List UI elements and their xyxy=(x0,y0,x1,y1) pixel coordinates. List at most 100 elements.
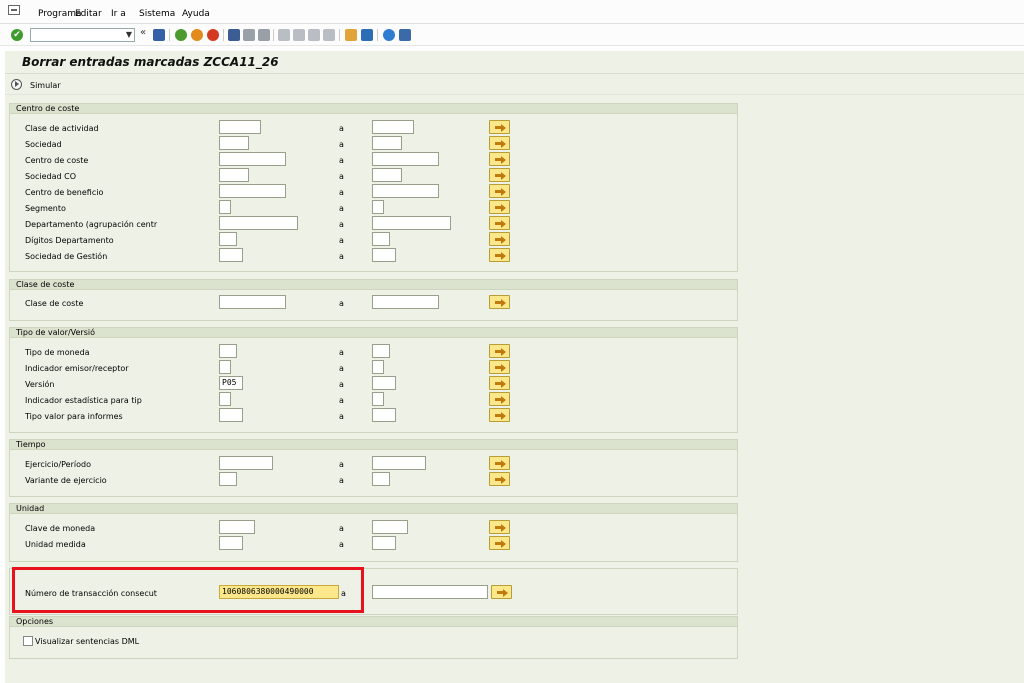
unidad-medida-from-input[interactable] xyxy=(219,536,243,550)
range-separator: a xyxy=(339,412,344,421)
help-icon[interactable] xyxy=(383,29,395,41)
range-separator: a xyxy=(339,124,344,133)
departamento-to-input[interactable] xyxy=(372,216,451,230)
clave-moneda-from-input[interactable] xyxy=(219,520,255,534)
multiple-selection-button[interactable] xyxy=(489,472,510,486)
command-dropdown-icon[interactable]: ▼ xyxy=(126,30,132,39)
indicador-emisor-from-input[interactable] xyxy=(219,360,231,374)
indicador-estadistica-from-input[interactable] xyxy=(219,392,231,406)
sociedad-gestion-to-input[interactable] xyxy=(372,248,396,262)
exit-icon[interactable] xyxy=(191,29,203,41)
back-icon[interactable] xyxy=(175,29,187,41)
save-icon[interactable] xyxy=(153,29,165,41)
range-separator: a xyxy=(339,348,344,357)
variante-ejercicio-from-input[interactable] xyxy=(219,472,237,486)
group-centro-de-coste: Centro de coste Clase de actividad a Soc… xyxy=(9,103,738,272)
digitos-departamento-from-input[interactable] xyxy=(219,232,237,246)
ejercicio-periodo-from-input[interactable] xyxy=(219,456,273,470)
centro-coste-to-input[interactable] xyxy=(372,152,439,166)
group-tipo-de-valor: Tipo de valor/Versió Tipo de moneda a In… xyxy=(9,327,738,433)
group-title: Tipo de valor/Versió xyxy=(10,328,737,338)
clase-actividad-from-input[interactable] xyxy=(219,120,261,134)
find-icon[interactable] xyxy=(243,29,255,41)
digitos-departamento-to-input[interactable] xyxy=(372,232,390,246)
tipo-valor-informes-from-input[interactable] xyxy=(219,408,243,422)
version-from-input[interactable]: P05 xyxy=(219,376,243,390)
multiple-selection-button[interactable] xyxy=(489,200,510,214)
simulate-button-label[interactable]: Simular xyxy=(30,81,61,90)
unidad-medida-to-input[interactable] xyxy=(372,536,396,550)
sociedad-to-input[interactable] xyxy=(372,136,402,150)
multiple-selection-button[interactable] xyxy=(489,536,510,550)
first-page-icon[interactable] xyxy=(278,29,290,41)
system-menu-icon[interactable] xyxy=(8,5,20,15)
application-toolbar: Simular xyxy=(5,75,1024,95)
menu-ayuda[interactable]: Ayuda xyxy=(182,9,210,19)
shortcut-icon[interactable] xyxy=(361,29,373,41)
menu-sistema[interactable]: Sistema xyxy=(139,9,175,19)
range-separator: a xyxy=(339,460,344,469)
back-double-arrow-icon[interactable]: « xyxy=(140,27,152,39)
create-session-icon[interactable] xyxy=(345,29,357,41)
multiple-selection-button[interactable] xyxy=(489,392,510,406)
clave-moneda-to-input[interactable] xyxy=(372,520,408,534)
range-separator: a xyxy=(339,236,344,245)
next-page-icon[interactable] xyxy=(308,29,320,41)
tipo-moneda-to-input[interactable] xyxy=(372,344,390,358)
customize-layout-icon[interactable] xyxy=(399,29,411,41)
variante-ejercicio-to-input[interactable] xyxy=(372,472,390,486)
segmento-from-input[interactable] xyxy=(219,200,231,214)
multiple-selection-button[interactable] xyxy=(489,184,510,198)
indicador-estadistica-to-input[interactable] xyxy=(372,392,384,406)
print-icon[interactable] xyxy=(228,29,240,41)
clase-actividad-to-input[interactable] xyxy=(372,120,414,134)
sociedad-co-from-input[interactable] xyxy=(219,168,249,182)
indicador-emisor-to-input[interactable] xyxy=(372,360,384,374)
multiple-selection-button[interactable] xyxy=(489,456,510,470)
clase-coste-from-input[interactable] xyxy=(219,295,286,309)
group-title: Opciones xyxy=(10,617,737,627)
execute-simulate-icon[interactable] xyxy=(11,79,22,90)
multiple-selection-button[interactable] xyxy=(489,136,510,150)
multiple-selection-button[interactable] xyxy=(489,168,510,182)
multiple-selection-button[interactable] xyxy=(489,295,510,309)
previous-page-icon[interactable] xyxy=(293,29,305,41)
group-title: Clase de coste xyxy=(10,280,737,290)
centro-coste-from-input[interactable] xyxy=(219,152,286,166)
visualizar-sentencias-checkbox[interactable] xyxy=(23,636,33,646)
range-separator: a xyxy=(339,156,344,165)
sociedad-gestion-from-input[interactable] xyxy=(219,248,243,262)
menu-editar[interactable]: Editar xyxy=(75,9,102,19)
multiple-selection-button[interactable] xyxy=(489,520,510,534)
multiple-selection-button[interactable] xyxy=(489,216,510,230)
multiple-selection-button[interactable] xyxy=(489,376,510,390)
segmento-to-input[interactable] xyxy=(372,200,384,214)
last-page-icon[interactable] xyxy=(323,29,335,41)
multiple-selection-button[interactable] xyxy=(489,152,510,166)
clase-coste-to-input[interactable] xyxy=(372,295,439,309)
centro-beneficio-from-input[interactable] xyxy=(219,184,286,198)
sociedad-from-input[interactable] xyxy=(219,136,249,150)
sociedad-co-to-input[interactable] xyxy=(372,168,402,182)
selection-screen: Borrar entradas marcadas ZCCA11_26 Simul… xyxy=(5,51,1024,683)
multiple-selection-button[interactable] xyxy=(489,232,510,246)
field-label-segmento: Segmento xyxy=(25,204,66,213)
multiple-selection-button[interactable] xyxy=(489,360,510,374)
numero-transaccion-to-input[interactable] xyxy=(372,585,488,599)
menu-ir-a[interactable]: Ir a xyxy=(111,9,126,19)
tipo-moneda-from-input[interactable] xyxy=(219,344,237,358)
command-field[interactable]: ▼ xyxy=(30,28,135,42)
multiple-selection-button[interactable] xyxy=(489,344,510,358)
multiple-selection-button[interactable] xyxy=(489,120,510,134)
departamento-from-input[interactable] xyxy=(219,216,298,230)
centro-beneficio-to-input[interactable] xyxy=(372,184,439,198)
version-to-input[interactable] xyxy=(372,376,396,390)
enter-icon[interactable]: ✔ xyxy=(11,29,23,41)
multiple-selection-button[interactable] xyxy=(489,408,510,422)
cancel-icon[interactable] xyxy=(207,29,219,41)
multiple-selection-button[interactable] xyxy=(491,585,512,599)
tipo-valor-informes-to-input[interactable] xyxy=(372,408,396,422)
find-next-icon[interactable] xyxy=(258,29,270,41)
multiple-selection-button[interactable] xyxy=(489,248,510,262)
ejercicio-periodo-to-input[interactable] xyxy=(372,456,426,470)
